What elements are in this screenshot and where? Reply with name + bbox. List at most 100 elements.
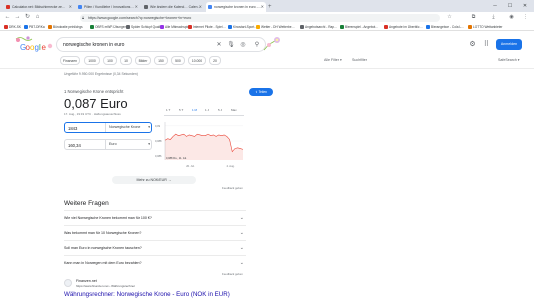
microphone-icon[interactable]: 🎙︎ <box>227 40 235 50</box>
related-question[interactable]: Wie viel Norwegische Kronen bekommt man … <box>64 210 246 225</box>
range-tab[interactable]: Max <box>231 108 237 112</box>
bookmark-favicon-icon <box>48 25 52 29</box>
address-bar[interactable]: 🔒︎ https://www.google.com/search?q=norwe… <box>80 13 440 22</box>
filter-chip[interactable]: Finanzen <box>60 56 80 65</box>
bookmark-item[interactable]: Angebote im Überblic… <box>384 23 423 31</box>
filter-chip[interactable]: 150 <box>154 56 168 65</box>
bookmark-item[interactable]: Internet Pilote - Spiel… <box>188 23 226 31</box>
to-currency-select[interactable]: Euro ▾ <box>105 140 152 149</box>
share-button[interactable]: ⇪ Teilen <box>249 88 273 96</box>
all-filters-button[interactable]: Alle Filter ▾ <box>324 56 342 65</box>
close-icon[interactable]: ✕ <box>135 2 138 12</box>
back-icon[interactable]: ← <box>4 14 11 21</box>
browser-tab[interactable]: Pillen / Kundliebe / Innovations… ✕ <box>76 2 140 12</box>
download-icon[interactable]: ⤓ <box>490 14 497 21</box>
range-tab-active[interactable]: 1 M <box>192 108 197 112</box>
filter-chip[interactable]: 500 <box>171 56 185 65</box>
bookmark-favicon-icon <box>160 25 164 29</box>
range-tab[interactable]: 5 T <box>179 108 183 112</box>
bookmark-item[interactable]: Bierangeboe - Cola L… <box>426 23 464 31</box>
bookmark-item[interactable]: Spider Schlupf Quali <box>126 23 160 31</box>
x-tick-label: 4. Aug. <box>227 164 235 168</box>
result-site-name: Finanzen.net <box>76 278 97 283</box>
clear-icon[interactable]: ✕ <box>215 40 223 50</box>
tab-label: Calculator.net: Bildschirmecke ze… <box>12 5 66 9</box>
close-icon[interactable]: ✕ <box>199 2 202 12</box>
maximize-icon[interactable]: ☐ <box>503 0 517 12</box>
tab-favicon-icon <box>208 5 212 9</box>
y-tick-label: 0,086 <box>155 154 162 158</box>
bookmark-item[interactable]: Bürokratie peinlichgs <box>48 23 83 31</box>
filter-chip[interactable]: 100 <box>103 56 117 65</box>
filter-chip[interactable]: 1000 <box>84 56 100 65</box>
bookmark-item[interactable]: Bierenspiel - Angebot… <box>340 23 379 31</box>
close-window-icon[interactable]: ✕ <box>518 0 532 12</box>
browser-tab[interactable]: Calculator.net: Bildschirmecke ze… ✕ <box>4 2 74 12</box>
bookmark-item[interactable]: Wetter - DH Wetterbe… <box>256 23 295 31</box>
from-amount-input[interactable] <box>68 125 104 131</box>
result-url[interactable]: https://www.finanzen.net › Währungsrechn… <box>76 284 135 288</box>
close-icon[interactable]: ✕ <box>69 2 72 12</box>
tab-favicon-icon <box>6 5 10 9</box>
safesearch-button[interactable]: SafeSearch ▾ <box>498 56 520 65</box>
to-amount-input[interactable] <box>68 142 104 148</box>
related-question[interactable]: Was bekommt man für 10 Norwegische Krone… <box>64 225 246 240</box>
bookmark-favicon-icon <box>426 25 430 29</box>
range-tab[interactable]: 5 J <box>218 108 222 112</box>
y-tick-label: 0,088 <box>155 139 162 143</box>
bookmark-item[interactable]: Kinostart-Sport… <box>228 23 257 31</box>
related-question[interactable]: Soll man Euro in norwegische Kronen taus… <box>64 240 246 255</box>
from-currency-select[interactable]: Norwegische Krone ▾ <box>105 123 152 132</box>
bookmark-label: Spider Schlupf Quali <box>131 25 161 29</box>
close-icon[interactable]: ✕ <box>261 2 264 12</box>
bookmark-favicon-icon <box>340 25 344 29</box>
bookmark-label: Bürokratie peinlichgs <box>53 25 83 29</box>
extensions-icon[interactable]: ⧉ <box>470 14 477 21</box>
apps-grid-icon[interactable]: ⠿ <box>482 40 491 49</box>
bookmark-item[interactable]: Alle Mitmachspiele <box>160 23 192 31</box>
bookmark-label: Wetter - DH Wetterbe… <box>261 25 295 29</box>
sign-in-button[interactable]: Anmelden <box>496 39 522 50</box>
tools-button[interactable]: Suchfilter <box>352 56 367 65</box>
home-icon[interactable]: ⌂ <box>34 14 41 21</box>
reload-icon[interactable]: ↻ <box>24 14 31 21</box>
filter-chip[interactable]: 10 <box>120 56 132 65</box>
bookmark-star-icon[interactable]: ☆ <box>446 14 453 21</box>
more-nok-eur-button[interactable]: Mehr zu NOK/EUR → <box>112 176 196 184</box>
search-box[interactable]: ✕ 🎙︎ ◎ ⚲ <box>56 37 266 52</box>
bookmark-item[interactable]: DRK-SK <box>4 23 21 31</box>
profile-icon[interactable]: ◉ <box>508 14 515 21</box>
menu-icon[interactable]: ⋮ <box>522 14 529 21</box>
filter-chip[interactable]: Bilder <box>135 56 151 65</box>
range-tab[interactable]: 1 J <box>205 108 209 112</box>
browser-tab[interactable]: Wie ändern die Kalend… Calen… ✕ <box>142 2 204 12</box>
bookmark-label: Internet Pilote - Spiel… <box>193 25 226 29</box>
filter-chip[interactable]: 20 <box>209 56 221 65</box>
bookmark-item[interactable]: OBFS mWP-Übungen <box>90 23 126 31</box>
forward-icon[interactable]: → <box>14 14 21 21</box>
new-tab-button[interactable]: + <box>268 2 272 12</box>
related-question[interactable]: Kann man in Norwegen mit dem Euro bezahl… <box>64 255 246 270</box>
minimize-icon[interactable]: ─ <box>488 0 502 12</box>
chevron-down-icon: ▾ <box>148 142 150 146</box>
feedback-link[interactable]: Feedback geben <box>222 272 243 276</box>
range-tab[interactable]: 1 T <box>166 108 170 112</box>
search-icon[interactable]: ⚲ <box>253 40 261 50</box>
filter-chip[interactable]: 10.000 <box>188 56 206 65</box>
chevron-down-icon: ⌄ <box>239 245 244 251</box>
settings-gear-icon[interactable]: ⚙ <box>468 40 477 49</box>
bookmark-item[interactable]: LOTTO Wettanbieter <box>468 23 502 31</box>
google-doodle-logo[interactable]: G o o g l e <box>14 35 54 55</box>
result-title-link[interactable]: Währungsrechner: Norwegische Krone - Eur… <box>64 291 230 298</box>
search-input[interactable] <box>63 40 203 50</box>
feedback-link[interactable]: Feedback geben <box>222 186 243 190</box>
to-currency-label: Euro <box>109 142 117 146</box>
bookmark-favicon-icon <box>188 25 192 29</box>
camera-lens-icon[interactable]: ◎ <box>239 40 247 50</box>
bookmark-item[interactable]: Angebotsarchi - Rap… <box>300 23 337 31</box>
exchange-rate-chart[interactable]: 0,09 0,088 0,086 20. Jul. 4. Aug. 0,088 Do.… <box>155 120 247 170</box>
bookmark-item[interactable]: PBT-DRKa <box>24 23 45 31</box>
tab-favicon-icon <box>144 5 148 9</box>
browser-tab-active[interactable]: norwegische kronen in euro -… ✕ <box>206 2 266 12</box>
bookmark-favicon-icon <box>468 25 472 29</box>
